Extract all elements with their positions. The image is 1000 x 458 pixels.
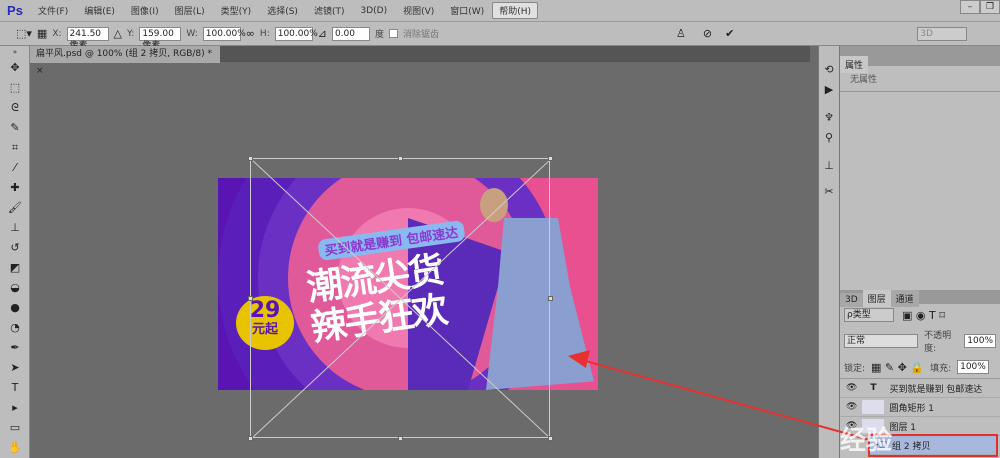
- watermark: 经验: [840, 426, 893, 456]
- annotation-arrow: [568, 350, 871, 441]
